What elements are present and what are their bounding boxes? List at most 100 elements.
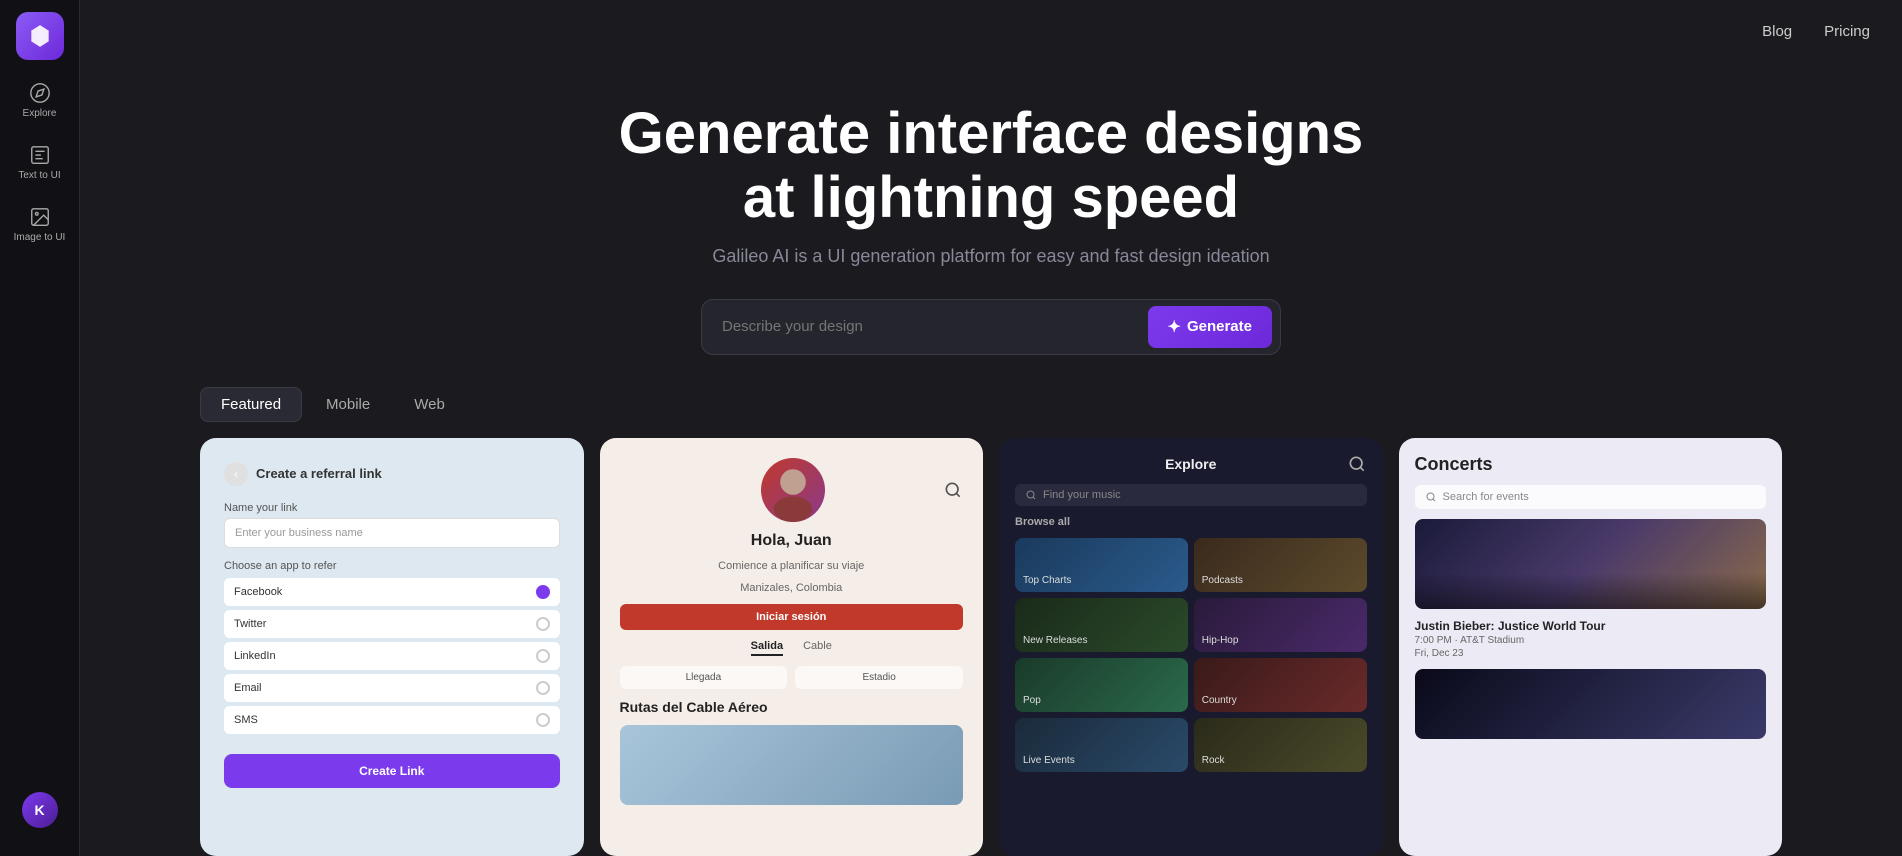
event-title: Justin Bieber: Justice World Tour bbox=[1415, 619, 1767, 633]
design-search-input[interactable] bbox=[722, 318, 1136, 335]
hero-section: Generate interface designs at lightning … bbox=[80, 62, 1902, 387]
user-avatar bbox=[761, 458, 825, 522]
user-photo bbox=[761, 458, 825, 522]
music-search-bar[interactable]: Find your music bbox=[1015, 484, 1367, 506]
tile-label: Podcasts bbox=[1202, 575, 1243, 586]
tile-podcasts[interactable]: Podcasts bbox=[1194, 538, 1367, 592]
radio-linkedin bbox=[536, 649, 550, 663]
tile-label: Live Events bbox=[1023, 755, 1075, 766]
tab-mobile[interactable]: Mobile bbox=[306, 387, 390, 422]
sidebar-item-explore-label: Explore bbox=[23, 108, 57, 120]
sidebar-bottom: K bbox=[22, 792, 58, 844]
blog-link[interactable]: Blog bbox=[1762, 23, 1792, 40]
tile-new-releases[interactable]: New Releases bbox=[1015, 598, 1188, 652]
tile-label: Hip-Hop bbox=[1202, 635, 1239, 646]
app-name: Twitter bbox=[234, 618, 266, 630]
app-email[interactable]: Email bbox=[224, 674, 560, 702]
music-header: Explore bbox=[1015, 454, 1367, 474]
search-bar: ✦ Generate bbox=[701, 299, 1281, 355]
event-time: 7:00 PM · AT&T Stadium bbox=[1415, 635, 1767, 646]
hero-title: Generate interface designs at lightning … bbox=[591, 102, 1391, 230]
tile-label: Rock bbox=[1202, 755, 1225, 766]
route-image bbox=[620, 725, 964, 805]
tile-top-charts[interactable]: Top Charts bbox=[1015, 538, 1188, 592]
sidebar-item-text-to-ui[interactable]: Text to UI bbox=[4, 134, 76, 192]
avatar-initials: K bbox=[34, 802, 44, 818]
tile-live-events[interactable]: Live Events bbox=[1015, 718, 1188, 772]
tile-label: Country bbox=[1202, 695, 1237, 706]
concerts-title: Concerts bbox=[1415, 454, 1767, 475]
tile-country[interactable]: Country bbox=[1194, 658, 1367, 712]
hero-subtitle: Galileo AI is a UI generation platform f… bbox=[712, 246, 1269, 267]
app-facebook[interactable]: Facebook bbox=[224, 578, 560, 606]
estadio-input[interactable]: Estadio bbox=[795, 666, 963, 689]
field-section: Name your link Enter your business name bbox=[224, 502, 560, 548]
radio-facebook bbox=[536, 585, 550, 599]
search-icon-small bbox=[1025, 489, 1037, 501]
tab-salida[interactable]: Salida bbox=[751, 640, 783, 656]
events-search-placeholder: Search for events bbox=[1443, 491, 1529, 503]
user-name: Hola, Juan bbox=[751, 532, 832, 550]
create-link-button[interactable]: Create Link bbox=[224, 754, 560, 788]
tile-rock[interactable]: Rock bbox=[1194, 718, 1367, 772]
tab-featured[interactable]: Featured bbox=[200, 387, 302, 422]
llegada-input[interactable]: Llegada bbox=[620, 666, 788, 689]
event-featured-image bbox=[1415, 519, 1767, 609]
explore-icon bbox=[29, 82, 51, 104]
app-sms[interactable]: SMS bbox=[224, 706, 560, 734]
login-button[interactable]: Iniciar sesión bbox=[620, 604, 964, 630]
card-travel-header bbox=[620, 458, 964, 522]
app-name: Email bbox=[234, 682, 262, 694]
cards-grid: ‹ Create a referral link Name your link … bbox=[80, 438, 1902, 856]
app-linkedin[interactable]: LinkedIn bbox=[224, 642, 560, 670]
event-date: Fri, Dec 23 bbox=[1415, 648, 1767, 659]
tile-label: New Releases bbox=[1023, 635, 1087, 646]
app-twitter[interactable]: Twitter bbox=[224, 610, 560, 638]
card-music-inner: Explore Find your music Browse all bbox=[999, 438, 1383, 788]
radio-twitter bbox=[536, 617, 550, 631]
top-nav: Blog Pricing bbox=[80, 0, 1902, 62]
card-referral: ‹ Create a referral link Name your link … bbox=[200, 438, 584, 856]
music-title: Explore bbox=[1035, 456, 1347, 472]
app-name: Facebook bbox=[234, 586, 282, 598]
music-search-icon[interactable] bbox=[1347, 454, 1367, 474]
radio-email bbox=[536, 681, 550, 695]
tile-label: Top Charts bbox=[1023, 575, 1071, 586]
travel-tabs: Salida Cable bbox=[620, 640, 964, 656]
sidebar-item-image-to-ui[interactable]: Image to UI bbox=[4, 196, 76, 254]
card-referral-nav: ‹ Create a referral link bbox=[224, 462, 560, 486]
travel-form-row: Llegada Estadio bbox=[620, 666, 964, 689]
radio-sms bbox=[536, 713, 550, 727]
generate-button[interactable]: ✦ Generate bbox=[1148, 306, 1272, 348]
tab-web[interactable]: Web bbox=[394, 387, 465, 422]
card-travel: Hola, Juan Comience a planificar su viaj… bbox=[600, 438, 984, 856]
main-content: Blog Pricing Generate interface designs … bbox=[80, 0, 1902, 856]
sidebar-item-explore[interactable]: Explore bbox=[4, 72, 76, 130]
music-grid: Top Charts Podcasts New Releases Hip-Hop… bbox=[1015, 538, 1367, 772]
sidebar-item-text-label: Text to UI bbox=[18, 170, 60, 182]
app-section-label: Choose an app to refer bbox=[224, 560, 560, 572]
tab-cable[interactable]: Cable bbox=[803, 640, 832, 656]
card-concerts: Concerts Search for events Justin Bieber… bbox=[1399, 438, 1783, 856]
event-info: Justin Bieber: Justice World Tour 7:00 P… bbox=[1415, 619, 1767, 659]
music-search-placeholder: Find your music bbox=[1043, 489, 1121, 501]
back-button[interactable]: ‹ bbox=[224, 462, 248, 486]
sidebar-item-image-label: Image to UI bbox=[14, 232, 66, 244]
business-name-input[interactable]: Enter your business name bbox=[224, 518, 560, 548]
events-search-bar[interactable]: Search for events bbox=[1415, 485, 1767, 509]
image-to-ui-icon bbox=[29, 206, 51, 228]
card-referral-inner: ‹ Create a referral link Name your link … bbox=[200, 438, 584, 812]
card-concerts-inner: Concerts Search for events Justin Bieber… bbox=[1399, 438, 1783, 755]
card-travel-inner: Hola, Juan Comience a planificar su viaj… bbox=[600, 438, 984, 825]
sparkle-icon: ✦ bbox=[1168, 317, 1181, 337]
avatar[interactable]: K bbox=[22, 792, 58, 828]
user-subtitle: Comience a planificar su viaje bbox=[718, 560, 864, 572]
tile-pop[interactable]: Pop bbox=[1015, 658, 1188, 712]
search-icon[interactable] bbox=[943, 480, 963, 500]
field-label: Name your link bbox=[224, 502, 560, 514]
tile-hip-hop[interactable]: Hip-Hop bbox=[1194, 598, 1367, 652]
logo[interactable] bbox=[16, 12, 64, 60]
sidebar: Explore Text to UI Image to UI K bbox=[0, 0, 80, 856]
pricing-link[interactable]: Pricing bbox=[1824, 23, 1870, 40]
user-location: Manizales, Colombia bbox=[740, 582, 842, 594]
